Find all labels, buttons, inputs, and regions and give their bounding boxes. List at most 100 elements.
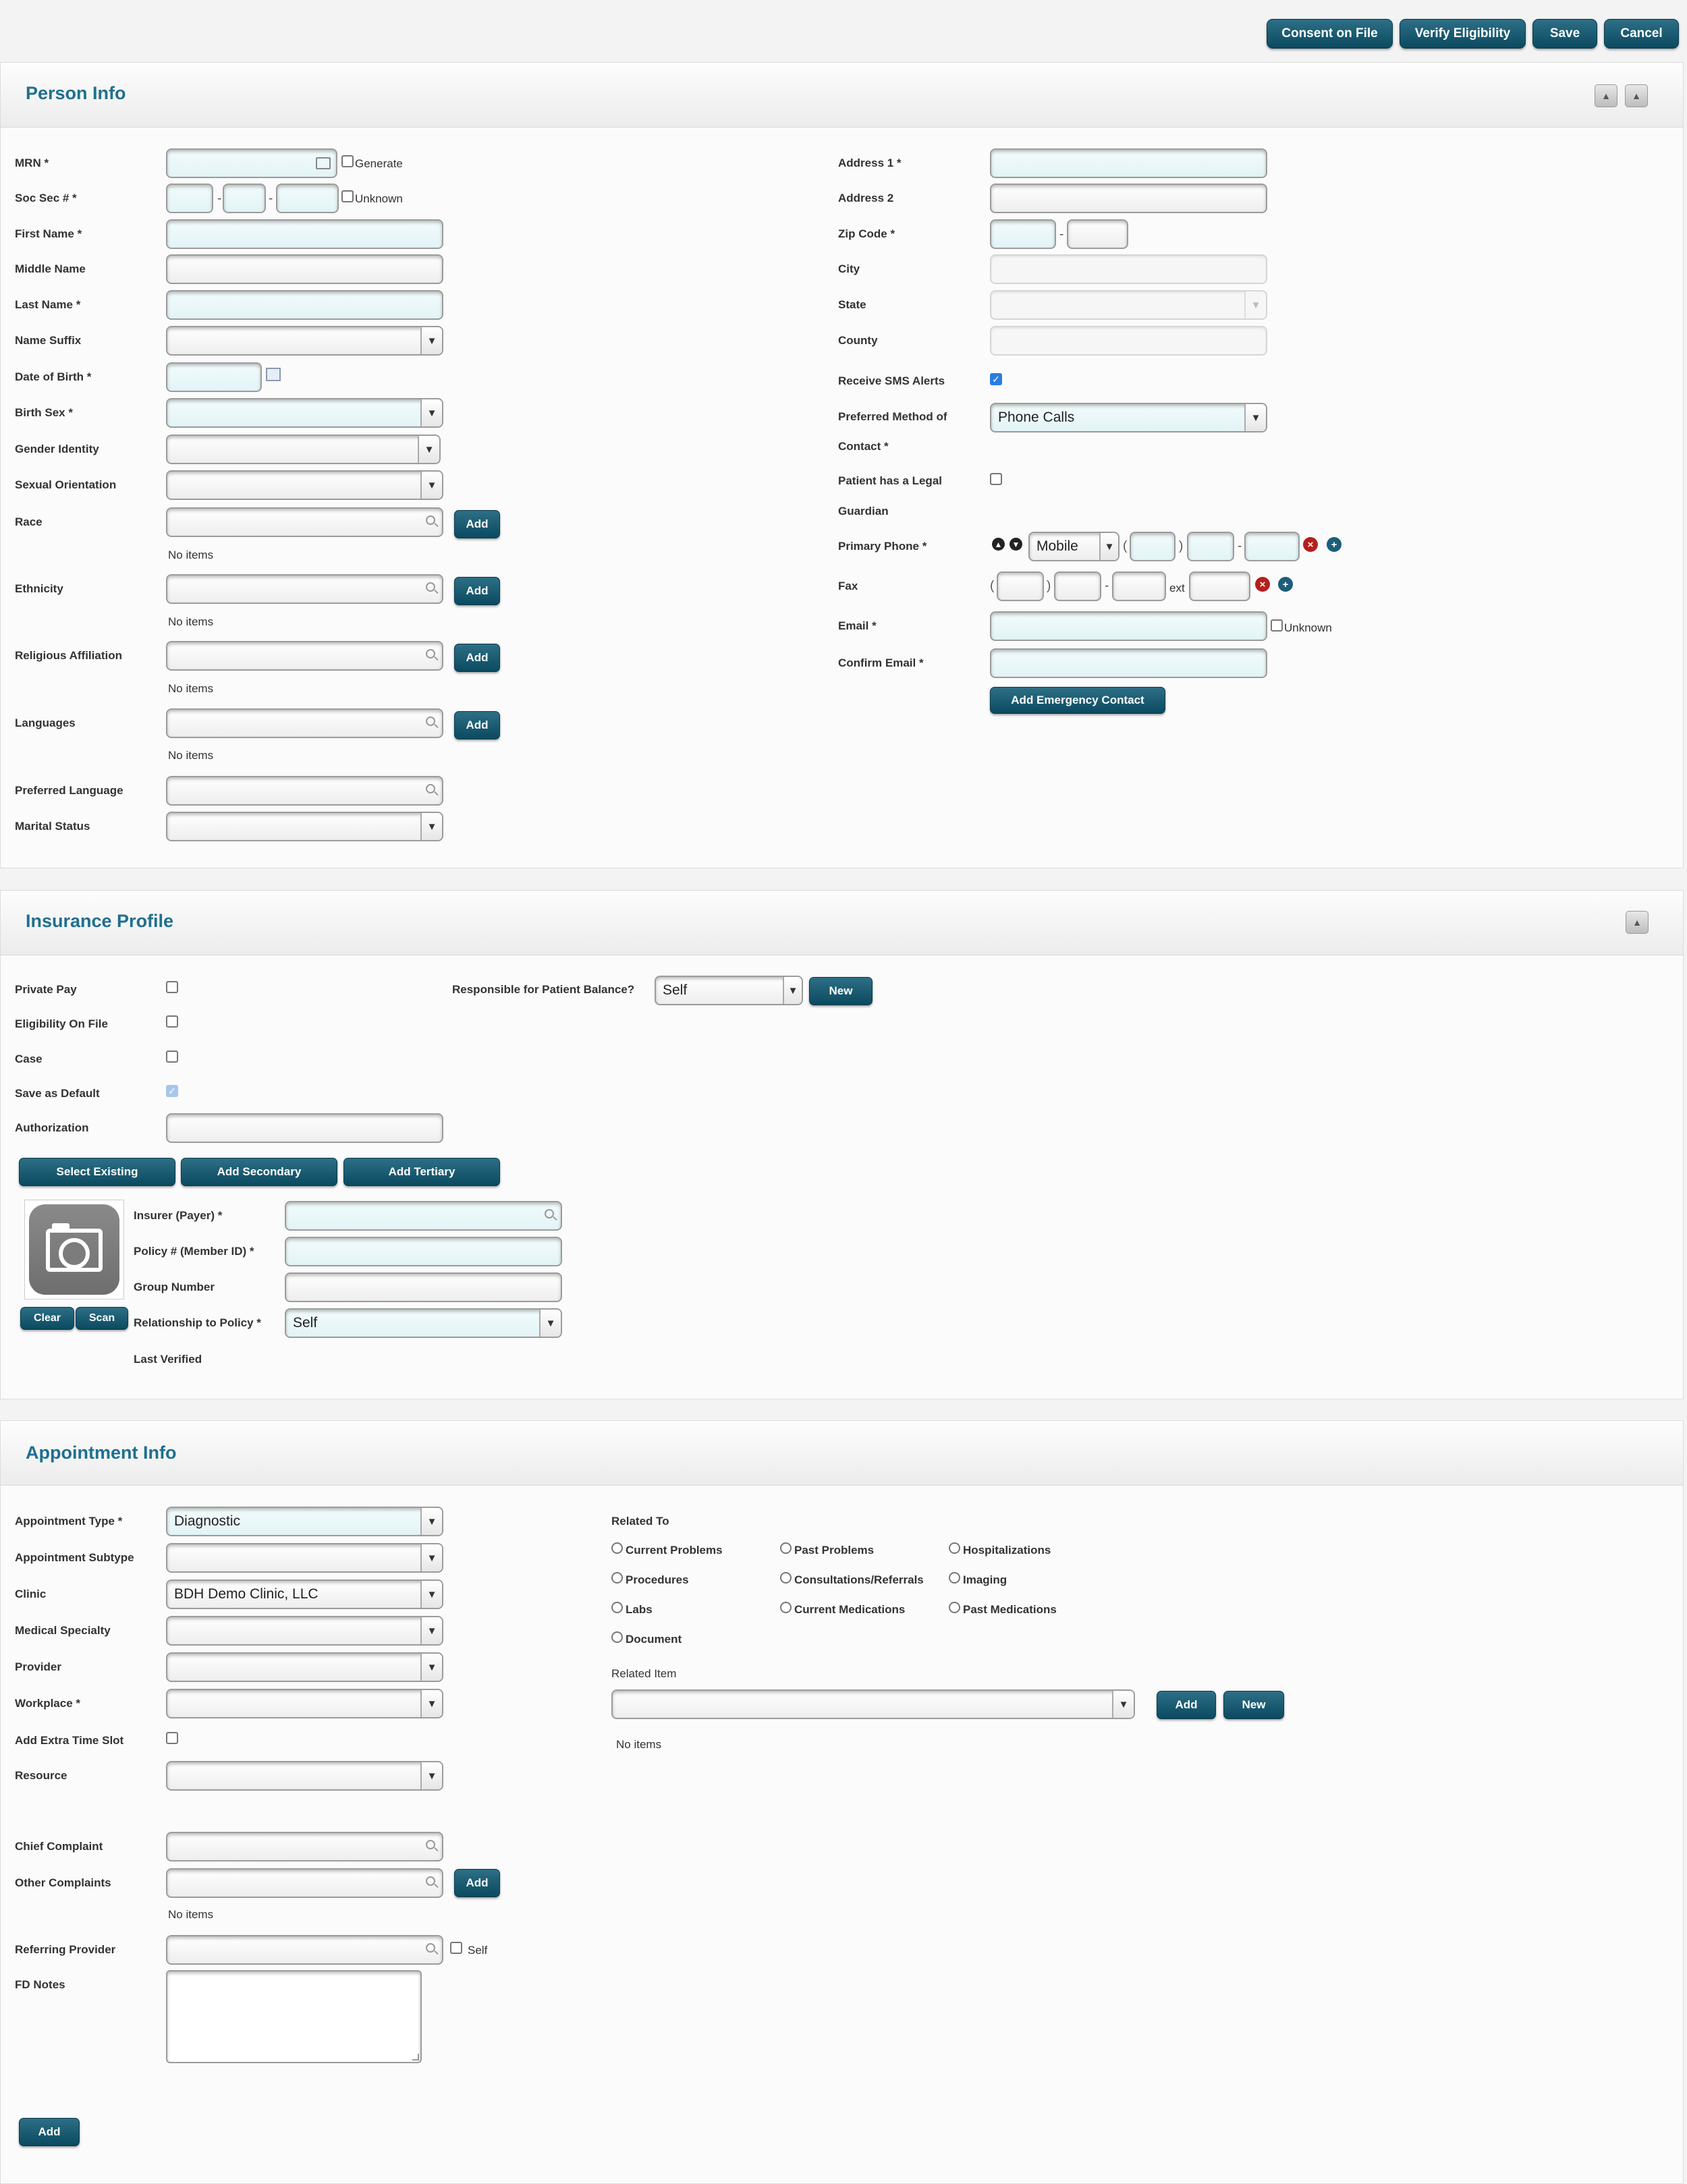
- arrow-up-icon[interactable]: ▲: [992, 538, 1005, 551]
- eligibility-on-file-checkbox[interactable]: [166, 1015, 178, 1028]
- appointment-subtype-select[interactable]: ▼: [166, 1543, 443, 1573]
- chevron-down-icon[interactable]: ▼: [1244, 404, 1266, 431]
- chevron-down-icon[interactable]: ▼: [420, 399, 442, 426]
- resize-handle-icon[interactable]: [412, 2054, 419, 2061]
- middle-name-input[interactable]: [166, 254, 443, 284]
- related-document-radio[interactable]: [611, 1631, 623, 1643]
- insurance-card-image[interactable]: [24, 1200, 124, 1299]
- ethnicity-search-input[interactable]: [166, 574, 443, 604]
- phone-prefix-input[interactable]: [1187, 532, 1234, 561]
- appointment-type-select[interactable]: Diagnostic ▼: [166, 1507, 443, 1536]
- ssn-unknown-checkbox[interactable]: [341, 190, 354, 202]
- preferred-language-input[interactable]: [166, 776, 443, 806]
- religion-add-button[interactable]: Add: [454, 644, 500, 672]
- zip-extension-input[interactable]: [1067, 219, 1128, 249]
- sms-alerts-checkbox[interactable]: ✓: [990, 373, 1002, 385]
- fax-prefix-input[interactable]: [1054, 571, 1101, 601]
- dob-input[interactable]: [166, 362, 262, 392]
- address2-input[interactable]: [990, 184, 1267, 213]
- mrn-input[interactable]: [166, 148, 337, 178]
- phone-type-select[interactable]: Mobile ▼: [1028, 532, 1119, 561]
- medical-specialty-select[interactable]: ▼: [166, 1616, 443, 1646]
- fd-notes-textarea[interactable]: [166, 1970, 422, 2063]
- collapse-up-icon[interactable]: ▲: [1626, 911, 1649, 934]
- chevron-down-icon[interactable]: ▼: [420, 1581, 442, 1608]
- chevron-down-icon[interactable]: ▼: [420, 1690, 442, 1717]
- sexual-orientation-select[interactable]: ▼: [166, 470, 443, 500]
- phone-area-input[interactable]: [1130, 532, 1176, 561]
- city-input[interactable]: [990, 254, 1267, 284]
- race-search-input[interactable]: [166, 507, 443, 537]
- select-existing-button[interactable]: Select Existing: [19, 1158, 175, 1186]
- fax-line-input[interactable]: [1112, 571, 1166, 601]
- state-select[interactable]: ▼: [990, 290, 1267, 320]
- chevron-down-icon[interactable]: ▼: [420, 1544, 442, 1571]
- confirm-email-input[interactable]: [990, 648, 1267, 678]
- chevron-down-icon[interactable]: ▼: [1112, 1691, 1134, 1718]
- add-emergency-contact-button[interactable]: Add Emergency Contact: [990, 687, 1165, 714]
- chevron-down-icon[interactable]: ▼: [420, 1762, 442, 1789]
- remove-phone-icon[interactable]: ×: [1303, 537, 1318, 552]
- related-hospitalizations-radio[interactable]: [949, 1542, 960, 1554]
- languages-search-input[interactable]: [166, 708, 443, 738]
- add-phone-icon[interactable]: +: [1327, 537, 1342, 552]
- last-name-input[interactable]: [166, 290, 443, 320]
- add-secondary-button[interactable]: Add Secondary: [181, 1158, 337, 1186]
- relationship-select[interactable]: Self ▼: [285, 1308, 562, 1338]
- consent-on-file-button[interactable]: Consent on File: [1267, 19, 1393, 49]
- group-number-input[interactable]: [285, 1272, 562, 1302]
- chevron-down-icon[interactable]: ▼: [420, 1508, 442, 1535]
- county-input[interactable]: [990, 326, 1267, 356]
- address1-input[interactable]: [990, 148, 1267, 178]
- related-item-select[interactable]: ▼: [611, 1689, 1135, 1719]
- fax-ext-input[interactable]: [1189, 571, 1250, 601]
- race-add-button[interactable]: Add: [454, 510, 500, 538]
- responsible-new-button[interactable]: New: [809, 977, 873, 1005]
- legal-guardian-checkbox[interactable]: [990, 473, 1002, 485]
- remove-fax-icon[interactable]: ×: [1255, 577, 1270, 592]
- id-card-icon[interactable]: [316, 157, 331, 169]
- phone-line-input[interactable]: [1244, 532, 1300, 561]
- religion-search-input[interactable]: [166, 641, 443, 671]
- referring-provider-input[interactable]: [166, 1935, 443, 1965]
- chevron-down-icon[interactable]: ▼: [420, 1617, 442, 1644]
- ssn-part2-input[interactable]: [223, 184, 266, 213]
- ethnicity-add-button[interactable]: Add: [454, 577, 500, 605]
- ssn-part3-input[interactable]: [276, 184, 339, 213]
- gender-identity-select[interactable]: ▼: [166, 435, 441, 464]
- related-current-medications-radio[interactable]: [780, 1602, 792, 1613]
- extra-time-slot-checkbox[interactable]: [166, 1732, 178, 1744]
- zip-code-input[interactable]: [990, 219, 1056, 249]
- related-procedures-radio[interactable]: [611, 1572, 623, 1584]
- insurer-search-input[interactable]: [285, 1201, 562, 1231]
- verify-eligibility-button[interactable]: Verify Eligibility: [1400, 19, 1526, 49]
- chevron-down-icon[interactable]: ▼: [1244, 291, 1266, 318]
- related-past-problems-radio[interactable]: [780, 1542, 792, 1554]
- add-appointment-button[interactable]: Add: [19, 2118, 80, 2146]
- chevron-down-icon[interactable]: ▼: [420, 327, 442, 354]
- first-name-input[interactable]: [166, 219, 443, 249]
- chevron-down-icon[interactable]: ▼: [783, 977, 802, 1004]
- email-unknown-checkbox[interactable]: [1271, 619, 1283, 632]
- generate-checkbox[interactable]: [341, 155, 354, 167]
- chevron-down-icon[interactable]: ▼: [418, 436, 439, 463]
- related-consultations-radio[interactable]: [780, 1572, 792, 1584]
- name-suffix-select[interactable]: ▼: [166, 326, 443, 356]
- responsible-select[interactable]: Self ▼: [655, 976, 803, 1005]
- related-item-new-button[interactable]: New: [1223, 1691, 1284, 1719]
- calendar-icon[interactable]: [266, 368, 281, 381]
- preferred-method-select[interactable]: Phone Calls ▼: [990, 403, 1267, 432]
- other-complaints-add-button[interactable]: Add: [454, 1869, 500, 1897]
- email-input[interactable]: [990, 611, 1267, 641]
- workplace-select[interactable]: ▼: [166, 1689, 443, 1718]
- related-current-problems-radio[interactable]: [611, 1542, 623, 1554]
- marital-status-select[interactable]: ▼: [166, 812, 443, 841]
- arrow-down-icon[interactable]: ▼: [1010, 538, 1022, 551]
- add-tertiary-button[interactable]: Add Tertiary: [343, 1158, 500, 1186]
- case-checkbox[interactable]: [166, 1051, 178, 1063]
- other-complaints-input[interactable]: [166, 1868, 443, 1898]
- collapse-all-icon[interactable]: ▲: [1625, 84, 1648, 107]
- referring-self-checkbox[interactable]: [450, 1942, 462, 1954]
- chief-complaint-input[interactable]: [166, 1832, 443, 1861]
- chevron-down-icon[interactable]: ▼: [1099, 533, 1118, 560]
